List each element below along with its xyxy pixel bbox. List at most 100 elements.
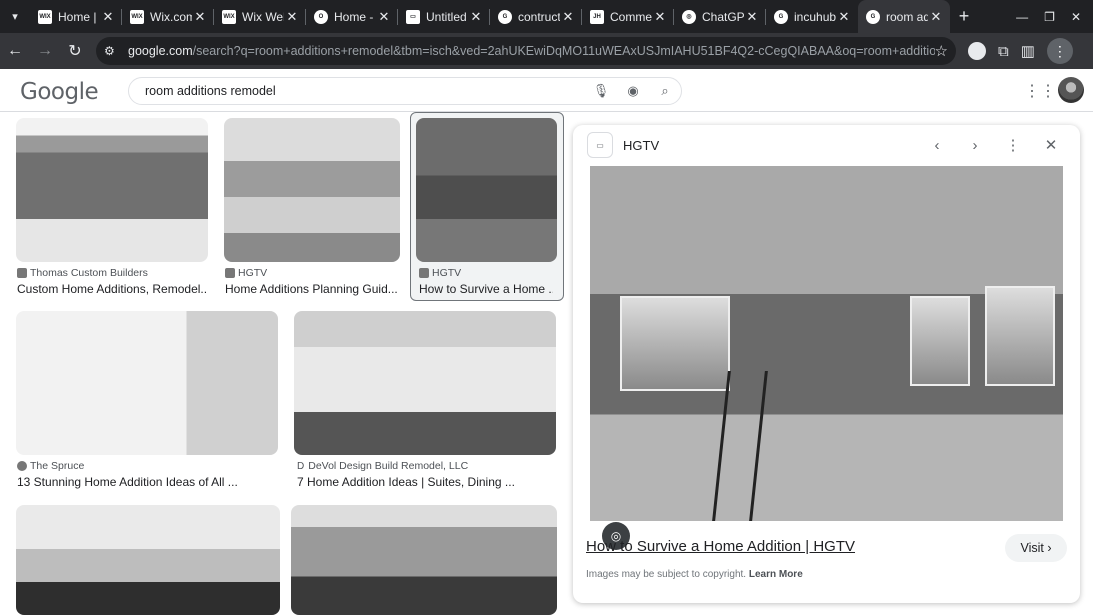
result-source: HGTV <box>419 267 461 279</box>
google-logo[interactable]: Google <box>20 79 99 105</box>
tab-title: Home - <box>334 9 374 24</box>
tab-10-active[interactable]: Groom ad ✕ <box>858 0 950 33</box>
source-favicon-icon <box>419 268 429 278</box>
tab-6[interactable]: Gcontruct ✕ <box>490 0 582 33</box>
result-caption[interactable]: How to Survive a Home ... <box>419 282 553 296</box>
close-tab-icon[interactable]: ✕ <box>560 9 576 25</box>
window-controls: — ❐ ✕ <box>1016 10 1093 24</box>
tab-9[interactable]: Gincuhub ✕ <box>766 0 858 33</box>
avatar[interactable] <box>1058 77 1084 103</box>
wix-favicon-icon: WIX <box>130 9 144 24</box>
lens-icon[interactable]: ◉ <box>617 83 649 99</box>
extension-icon[interactable] <box>968 42 986 60</box>
extensions-puzzle-icon[interactable]: ⧉ <box>998 43 1009 60</box>
bookmark-star-icon[interactable]: ☆ <box>935 42 948 60</box>
more-options-icon[interactable]: ⋮ <box>994 131 1032 159</box>
search-input[interactable]: room additions remodel <box>145 84 585 98</box>
tab-title: Home | <box>58 9 97 24</box>
browser-menu-icon[interactable]: ⋮ <box>1046 38 1073 64</box>
next-icon[interactable]: › <box>956 131 994 159</box>
forward-icon[interactable]: → <box>30 36 60 66</box>
google-favicon-icon: G <box>498 9 512 24</box>
learn-more-link[interactable]: Learn More <box>749 569 803 580</box>
tab-title: incuhub <box>794 9 836 24</box>
close-tab-icon[interactable]: ✕ <box>928 9 944 25</box>
result-card-selected[interactable]: HGTV How to Survive a Home ... <box>410 112 564 301</box>
site-favicon-icon: O <box>314 9 328 24</box>
result-image[interactable] <box>16 311 278 455</box>
close-icon[interactable]: ✕ <box>1032 131 1070 159</box>
close-tab-icon[interactable]: ✕ <box>652 9 668 25</box>
result-source: HGTV <box>225 267 267 279</box>
result-card[interactable]: D DeVol Design Build Remodel, LLC 7 Home … <box>294 311 558 497</box>
visit-button[interactable]: Visit › <box>1005 534 1067 562</box>
result-caption[interactable]: 7 Home Addition Ideas | Suites, Dining .… <box>297 475 555 489</box>
url-host: google.com <box>128 44 193 58</box>
close-tab-icon[interactable]: ✕ <box>744 9 760 25</box>
result-caption[interactable]: Home Additions Planning Guid... <box>225 282 401 296</box>
google-header: Google room additions remodel 🎙 ◉ ⌕ ⋮⋮⋮ <box>0 69 1093 112</box>
preview-site-name[interactable]: HGTV <box>623 138 659 153</box>
tab-5[interactable]: ▭ Untitled ✕ <box>398 0 490 33</box>
window-shape <box>985 286 1055 386</box>
result-source: D DeVol Design Build Remodel, LLC <box>297 460 469 472</box>
result-image[interactable] <box>291 505 557 615</box>
tab-title: Untitled <box>426 9 467 24</box>
browser-toolbar: ← → ↻ ⚙ google.com/search?q=room+additio… <box>0 33 1093 69</box>
result-card[interactable] <box>16 505 280 615</box>
reload-icon[interactable]: ↻ <box>60 36 90 66</box>
new-tab-button[interactable]: + <box>950 0 978 33</box>
tab-3[interactable]: WIX Wix Web✕ <box>214 0 306 33</box>
close-tab-icon[interactable]: ✕ <box>192 9 208 25</box>
window-shape <box>910 296 970 386</box>
side-panel-icon[interactable]: ▥ <box>1021 42 1035 60</box>
ladder-shape <box>712 371 768 521</box>
result-image[interactable] <box>16 118 208 262</box>
tab-title: contruct <box>518 9 560 24</box>
back-icon[interactable]: ← <box>0 36 30 66</box>
close-tab-icon[interactable]: ✕ <box>284 9 300 25</box>
result-card[interactable]: The Spruce 13 Stunning Home Addition Ide… <box>14 311 280 497</box>
copyright-text: Images may be subject to copyright. <box>586 569 747 580</box>
site-info-icon[interactable]: ⚙ <box>104 44 122 58</box>
result-card[interactable] <box>291 505 557 615</box>
source-name: HGTV <box>238 267 268 279</box>
result-image[interactable] <box>416 118 557 262</box>
previous-icon[interactable]: ‹ <box>918 131 956 159</box>
tab-1[interactable]: WIX Home | ✕ <box>30 0 122 33</box>
copyright-notice: Images may be subject to copyright. Lear… <box>586 569 803 580</box>
tab-title: Comme <box>610 9 652 24</box>
close-tab-icon[interactable]: ✕ <box>836 9 852 25</box>
search-icon[interactable]: ⌕ <box>649 83 681 99</box>
tab-2[interactable]: WIX Wix.com ✕ <box>122 0 214 33</box>
close-tab-icon[interactable]: ✕ <box>100 9 116 25</box>
tab-8[interactable]: ◎ ChatGP ✕ <box>674 0 766 33</box>
address-bar[interactable]: ⚙ google.com/search?q=room+additions+rem… <box>96 37 956 65</box>
wix-favicon-icon: WIX <box>38 9 52 24</box>
url-text: google.com/search?q=room+additions+remod… <box>128 44 935 58</box>
result-image[interactable] <box>16 505 280 615</box>
tab-4[interactable]: O Home - ✕ <box>306 0 398 33</box>
wix-favicon-icon: WIX <box>222 9 236 24</box>
result-card[interactable]: HGTV Home Additions Planning Guid... <box>222 118 404 304</box>
result-caption[interactable]: 13 Stunning Home Addition Ideas of All .… <box>17 475 277 489</box>
minimize-icon[interactable]: — <box>1016 10 1028 24</box>
microphone-icon[interactable]: 🎙 <box>585 83 617 99</box>
result-card[interactable]: Thomas Custom Builders Custom Home Addit… <box>14 118 210 304</box>
tab-7[interactable]: JH Comme ✕ <box>582 0 674 33</box>
tab-strip: ▾ WIXHome |✕ WIXWix.com✕ WIXWix Web✕ OHo… <box>0 0 1093 33</box>
preview-image[interactable]: ◎ <box>590 166 1063 550</box>
window-shape <box>620 296 730 391</box>
result-caption[interactable]: Custom Home Additions, Remodel... <box>17 282 207 296</box>
restore-icon[interactable]: ❐ <box>1044 10 1055 24</box>
close-window-icon[interactable]: ✕ <box>1071 10 1081 24</box>
close-tab-icon[interactable]: ✕ <box>376 9 392 25</box>
close-tab-icon[interactable]: ✕ <box>468 9 484 25</box>
search-box[interactable]: room additions remodel 🎙 ◉ ⌕ <box>128 77 682 105</box>
google-favicon-icon: G <box>866 9 880 24</box>
result-image[interactable] <box>294 311 556 455</box>
preview-title-link[interactable]: How to Survive a Home Addition | HGTV <box>586 538 855 555</box>
result-source: Thomas Custom Builders <box>17 267 148 279</box>
tab-search-icon[interactable]: ▾ <box>0 0 30 33</box>
result-image[interactable] <box>224 118 400 262</box>
